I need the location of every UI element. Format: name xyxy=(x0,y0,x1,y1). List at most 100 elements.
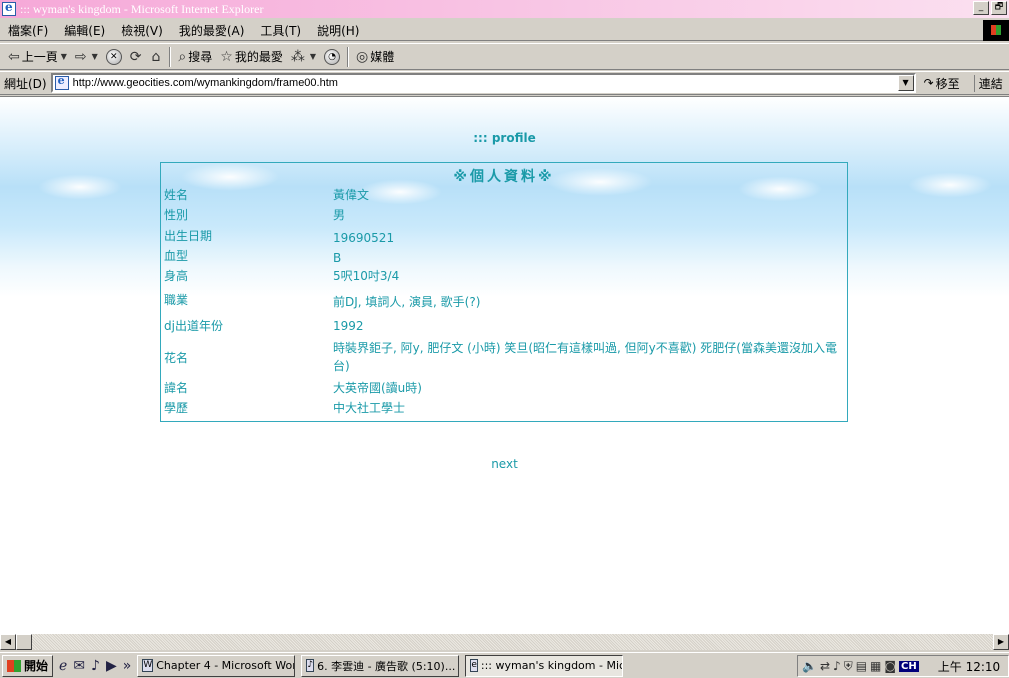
back-button[interactable]: ⇦ 上一頁 ▼ xyxy=(4,46,71,68)
profile-row: 職業 前DJ, 填詞人, 演員, 歌手(?) xyxy=(161,289,847,314)
winamp-tray-icon[interactable]: ♪ xyxy=(833,659,841,673)
page-icon xyxy=(54,74,69,90)
scrollbar-thumb[interactable] xyxy=(16,634,32,650)
back-arrow-icon: ⇦ xyxy=(8,48,20,65)
profile-key: dj出道年份 xyxy=(164,319,223,333)
refresh-button[interactable]: ⟳ xyxy=(126,46,148,68)
winamp-icon[interactable]: ♪ xyxy=(91,658,100,674)
stop-button[interactable]: ✕ xyxy=(102,46,126,68)
address-bar: 網址(D) ▼ ↷ 移至 連結 xyxy=(0,71,1009,95)
media-button[interactable]: ◎ 媒體 xyxy=(352,46,398,68)
address-label: 網址(D) xyxy=(4,76,47,91)
profile-row: dj出道年份 1992 xyxy=(161,314,847,337)
profile-value: 時裝界鉅子, 阿y, 肥仔文 (小時) 笑旦(昭仁有這樣叫過, 但阿y不喜歡) … xyxy=(333,341,837,373)
scroll-right-icon[interactable]: ▶ xyxy=(993,634,1009,650)
profile-key: 職業 xyxy=(164,293,189,307)
profile-row: 諱名 大英帝國(讀u時) xyxy=(161,377,847,399)
menu-edit[interactable]: 編輯(E) xyxy=(56,22,113,39)
camera-icon[interactable]: ◙ xyxy=(884,659,896,673)
task-ie[interactable]: e ::: wyman's kingdom - Mic... xyxy=(465,654,624,677)
winamp-icon: ♪ xyxy=(306,659,315,672)
menu-file[interactable]: 檔案(F) xyxy=(0,22,56,39)
profile-value: 1992 xyxy=(333,319,364,333)
search-icon: ⌕ xyxy=(178,48,187,65)
menu-favorites[interactable]: 我的最愛(A) xyxy=(171,22,253,39)
profile-value: 中大社工學士 xyxy=(333,401,406,415)
history-button[interactable]: ◔ xyxy=(320,46,344,68)
search-label: 搜尋 xyxy=(188,50,213,64)
tray-app-icon[interactable]: ▦ xyxy=(870,659,881,673)
minimize-button[interactable]: _ xyxy=(973,1,989,15)
go-arrow-icon: ↷ xyxy=(923,76,934,90)
horizontal-scrollbar[interactable]: ◀ ▶ xyxy=(0,634,1009,650)
windows-logo-icon xyxy=(983,20,1009,41)
media-player-icon[interactable]: ▶ xyxy=(106,658,117,674)
ie-icon: e xyxy=(470,659,478,672)
chevron-down-icon[interactable]: ▼ xyxy=(310,52,316,61)
task-word[interactable]: W Chapter 4 - Microsoft Word xyxy=(137,654,296,677)
profile-value: 大英帝國(讀u時) xyxy=(333,381,422,395)
volume-icon[interactable]: 🔈 xyxy=(802,659,817,673)
go-button[interactable]: ↷ 移至 xyxy=(924,75,960,92)
profile-row: 學歷 中大社工學士 xyxy=(161,399,847,419)
chevron-down-icon[interactable]: ▼ xyxy=(897,75,914,91)
profile-key: 花名 xyxy=(164,350,189,365)
chevron-down-icon[interactable]: ▼ xyxy=(92,52,98,61)
next-link[interactable]: next xyxy=(0,457,1009,471)
menu-help[interactable]: 說明(H) xyxy=(309,22,367,39)
profile-value: 前DJ, 填詞人, 演員, 歌手(?) xyxy=(333,295,481,309)
profile-heading: ※個人資料※ xyxy=(453,169,555,185)
quick-launch: ℯ ✉ ♪ ▶ » xyxy=(59,658,131,674)
clock: 上午 12:10 xyxy=(937,659,1001,674)
refresh-icon: ⟳ xyxy=(129,48,142,65)
profile-value: 黃偉文 xyxy=(333,188,370,202)
profile-table: ※個人資料※ 姓名 黃偉文 性別 男 出生日期 19690521 血型 B 身高… xyxy=(160,162,848,422)
encoding-icon: ⁂ xyxy=(290,48,305,65)
menu-bar: 檔案(F) 編輯(E) 檢視(V) 我的最愛(A) 工具(T) 說明(H) xyxy=(0,20,1009,41)
search-button[interactable]: ⌕ 搜尋 xyxy=(174,46,216,68)
profile-key: 學歷 xyxy=(164,401,189,415)
task-label: ::: wyman's kingdom - Mic... xyxy=(480,659,624,672)
ime-indicator[interactable]: CH xyxy=(899,660,919,672)
system-tray: 🔈 ⇄ ♪ ⛨ ▤ ▦ ◙ CH 上午 12:10 xyxy=(797,655,1009,677)
encoding-button[interactable]: ⁂ ▼ xyxy=(287,46,320,68)
menu-tools[interactable]: 工具(T) xyxy=(252,22,309,39)
ie-icon[interactable] xyxy=(2,0,16,16)
task-winamp[interactable]: ♪ 6. 李雲迪 - 廣告歌 (5:10)... xyxy=(301,654,460,677)
favorites-button[interactable]: ☆ 我的最愛 xyxy=(216,46,287,68)
task-label: 6. 李雲迪 - 廣告歌 (5:10)... xyxy=(317,659,456,673)
forward-button[interactable]: ⇨ ▼ xyxy=(71,46,102,68)
start-button[interactable]: 開始 xyxy=(2,654,54,677)
url-input[interactable] xyxy=(72,77,893,89)
profile-value: B xyxy=(333,251,342,265)
profile-key: 性別 xyxy=(164,208,189,222)
page-title: ::: profile xyxy=(473,131,536,145)
printer-icon[interactable]: ▤ xyxy=(856,659,867,673)
home-button[interactable]: ⌂ xyxy=(148,46,167,68)
outlook-icon[interactable]: ✉ xyxy=(73,658,85,674)
profile-value: 男 xyxy=(333,208,346,222)
go-label: 移至 xyxy=(935,76,960,91)
quicklaunch-more-icon[interactable]: » xyxy=(123,658,132,674)
chevron-down-icon[interactable]: ▼ xyxy=(61,52,67,61)
network-icon[interactable]: ⇄ xyxy=(820,659,830,673)
word-icon: W xyxy=(142,659,154,672)
media-label: 媒體 xyxy=(370,50,395,64)
profile-key: 諱名 xyxy=(164,381,189,395)
favorites-label: 我的最愛 xyxy=(234,50,283,64)
taskbar: 開始 ℯ ✉ ♪ ▶ » W Chapter 4 - Microsoft Wor… xyxy=(0,652,1009,678)
address-field[interactable]: ▼ xyxy=(50,73,916,93)
profile-row: 性別 男 xyxy=(161,206,847,226)
stop-icon: ✕ xyxy=(105,48,122,65)
history-icon: ◔ xyxy=(324,48,341,65)
ie-quicklaunch-icon[interactable]: ℯ xyxy=(59,658,67,674)
windows-logo-icon xyxy=(7,659,21,672)
menu-view[interactable]: 檢視(V) xyxy=(113,22,171,39)
media-icon: ◎ xyxy=(356,48,369,65)
toolbar-separator xyxy=(169,46,172,67)
scroll-left-icon[interactable]: ◀ xyxy=(0,634,16,650)
window-title: ::: wyman's kingdom - Microsoft Internet… xyxy=(20,1,264,16)
restore-button[interactable]: 🗗 xyxy=(991,1,1007,15)
antivirus-icon[interactable]: ⛨ xyxy=(844,659,853,674)
links-button[interactable]: 連結 xyxy=(973,74,1003,92)
